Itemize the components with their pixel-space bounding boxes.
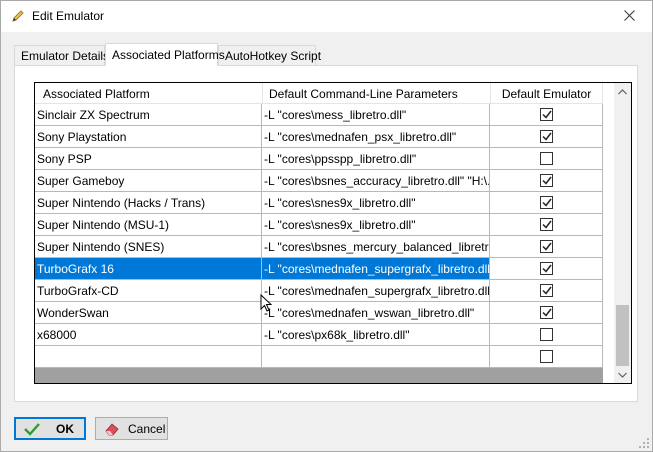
- scroll-up-icon[interactable]: [614, 83, 631, 100]
- params-cell[interactable]: -L "cores\snes9x_libretro.dll": [262, 192, 490, 214]
- default-emulator-cell: [490, 258, 603, 280]
- default-emulator-checkbox[interactable]: [540, 350, 553, 363]
- params-cell[interactable]: [262, 346, 490, 368]
- default-emulator-checkbox[interactable]: [540, 174, 553, 187]
- default-emulator-cell: [490, 324, 603, 346]
- default-emulator-checkbox[interactable]: [540, 152, 553, 165]
- tab-autohotkey-script[interactable]: AutoHotkey Script: [218, 45, 321, 65]
- column-header-platform[interactable]: Associated Platform: [35, 83, 263, 104]
- platform-cell[interactable]: TurboGrafx 16: [35, 258, 262, 280]
- default-emulator-checkbox[interactable]: [540, 328, 553, 341]
- default-emulator-cell: [490, 148, 603, 170]
- platform-cell[interactable]: Super Nintendo (SNES): [35, 236, 262, 258]
- close-button[interactable]: [606, 1, 652, 32]
- platform-cell[interactable]: Super Gameboy: [35, 170, 262, 192]
- default-emulator-checkbox[interactable]: [540, 284, 553, 297]
- grid-header: Associated Platform Default Command-Line…: [35, 83, 615, 104]
- resize-grip-icon[interactable]: [638, 437, 650, 449]
- params-cell[interactable]: -L "cores\mednafen_wswan_libretro.dll": [262, 302, 490, 324]
- scrollbar-thumb[interactable]: [616, 305, 629, 366]
- checkmark-icon: [24, 422, 40, 436]
- default-emulator-checkbox[interactable]: [540, 262, 553, 275]
- platform-cell[interactable]: Sony PSP: [35, 148, 262, 170]
- params-cell[interactable]: -L "cores\mednafen_supergrafx_libretro.d…: [262, 258, 490, 280]
- cancel-label: Cancel: [128, 421, 166, 436]
- window-title: Edit Emulator: [32, 9, 105, 23]
- params-cell[interactable]: -L "cores\bsnes_mercury_balanced_libretr…: [262, 236, 490, 258]
- ok-button[interactable]: OK: [14, 417, 86, 440]
- table-row[interactable]: Super Nintendo (SNES) -L "cores\bsnes_mer…: [35, 236, 603, 258]
- close-icon: [623, 9, 635, 24]
- params-cell[interactable]: -L "cores\mednafen_supergrafx_libretro.d…: [262, 280, 490, 302]
- params-cell[interactable]: -L "cores\mednafen_psx_libretro.dll": [262, 126, 490, 148]
- default-emulator-checkbox[interactable]: [540, 130, 553, 143]
- column-header-params[interactable]: Default Command-Line Parameters: [263, 83, 491, 104]
- tab-associated-platforms[interactable]: Associated Platforms: [105, 43, 225, 66]
- table-row[interactable]: TurboGrafx-CD -L "cores\mednafen_supergra…: [35, 280, 603, 302]
- table-row[interactable]: [35, 346, 603, 368]
- default-emulator-cell: [490, 214, 603, 236]
- table-row[interactable]: Super Gameboy -L "cores\bsnes_accuracy_li…: [35, 170, 603, 192]
- params-cell[interactable]: -L "cores\px68k_libretro.dll": [262, 324, 490, 346]
- associated-platforms-panel: Associated Platform Default Command-Line…: [14, 65, 638, 402]
- table-row[interactable]: Sony Playstation -L "cores\mednafen_psx_l…: [35, 126, 603, 148]
- title-bar[interactable]: Edit Emulator: [1, 1, 652, 32]
- platform-cell[interactable]: Sinclair ZX Spectrum: [35, 104, 262, 126]
- platform-cell[interactable]: [35, 346, 262, 368]
- params-cell[interactable]: -L "cores\mess_libretro.dll": [262, 104, 490, 126]
- edit-emulator-dialog: Edit Emulator Emulator Details Associate…: [0, 0, 653, 452]
- default-emulator-cell: [490, 280, 603, 302]
- vertical-scrollbar[interactable]: [614, 83, 631, 383]
- table-row[interactable]: TurboGrafx 16 -L "cores\mednafen_supergra…: [35, 258, 603, 280]
- default-emulator-cell: [490, 346, 603, 368]
- params-cell[interactable]: -L "cores\snes9x_libretro.dll": [262, 214, 490, 236]
- platform-cell[interactable]: WonderSwan: [35, 302, 262, 324]
- ok-label: OK: [56, 421, 74, 436]
- grid-rows: Sinclair ZX Spectrum -L "cores\mess_libre…: [35, 104, 603, 368]
- mouse-cursor-icon: [260, 293, 273, 316]
- params-cell[interactable]: -L "cores\ppsspp_libretro.dll": [262, 148, 490, 170]
- default-emulator-checkbox[interactable]: [540, 218, 553, 231]
- table-row[interactable]: x68000 -L "cores\px68k_libretro.dll": [35, 324, 603, 346]
- platforms-grid[interactable]: Associated Platform Default Command-Line…: [34, 82, 632, 384]
- default-emulator-cell: [490, 302, 603, 324]
- table-row[interactable]: Super Nintendo (Hacks / Trans) -L "cores\…: [35, 192, 603, 214]
- default-emulator-checkbox[interactable]: [540, 108, 553, 121]
- default-emulator-cell: [490, 170, 603, 192]
- platform-cell[interactable]: TurboGrafx-CD: [35, 280, 262, 302]
- default-emulator-checkbox[interactable]: [540, 240, 553, 253]
- params-cell[interactable]: -L "cores\bsnes_accuracy_libretro.dll" "…: [262, 170, 490, 192]
- tab-emulator-details[interactable]: Emulator Details: [14, 45, 109, 65]
- default-emulator-checkbox[interactable]: [540, 196, 553, 209]
- default-emulator-checkbox[interactable]: [540, 306, 553, 319]
- table-row[interactable]: Super Nintendo (MSU-1) -L "cores\snes9x_l…: [35, 214, 603, 236]
- default-emulator-cell: [490, 126, 603, 148]
- platform-cell[interactable]: Super Nintendo (MSU-1): [35, 214, 262, 236]
- table-row[interactable]: Sony PSP -L "cores\ppsspp_libretro.dll": [35, 148, 603, 170]
- default-emulator-cell: [490, 192, 603, 214]
- default-emulator-cell: [490, 236, 603, 258]
- grid-empty-area: [35, 368, 603, 383]
- table-row[interactable]: Sinclair ZX Spectrum -L "cores\mess_libre…: [35, 104, 603, 126]
- platform-cell[interactable]: x68000: [35, 324, 262, 346]
- eraser-icon: [104, 422, 120, 436]
- scroll-down-icon[interactable]: [614, 366, 631, 383]
- default-emulator-cell: [490, 104, 603, 126]
- pencil-icon: [11, 9, 25, 23]
- table-row[interactable]: WonderSwan -L "cores\mednafen_wswan_libre…: [35, 302, 603, 324]
- platform-cell[interactable]: Super Nintendo (Hacks / Trans): [35, 192, 262, 214]
- cancel-button[interactable]: Cancel: [95, 417, 168, 440]
- column-header-default-emulator[interactable]: Default Emulator: [491, 83, 603, 104]
- platform-cell[interactable]: Sony Playstation: [35, 126, 262, 148]
